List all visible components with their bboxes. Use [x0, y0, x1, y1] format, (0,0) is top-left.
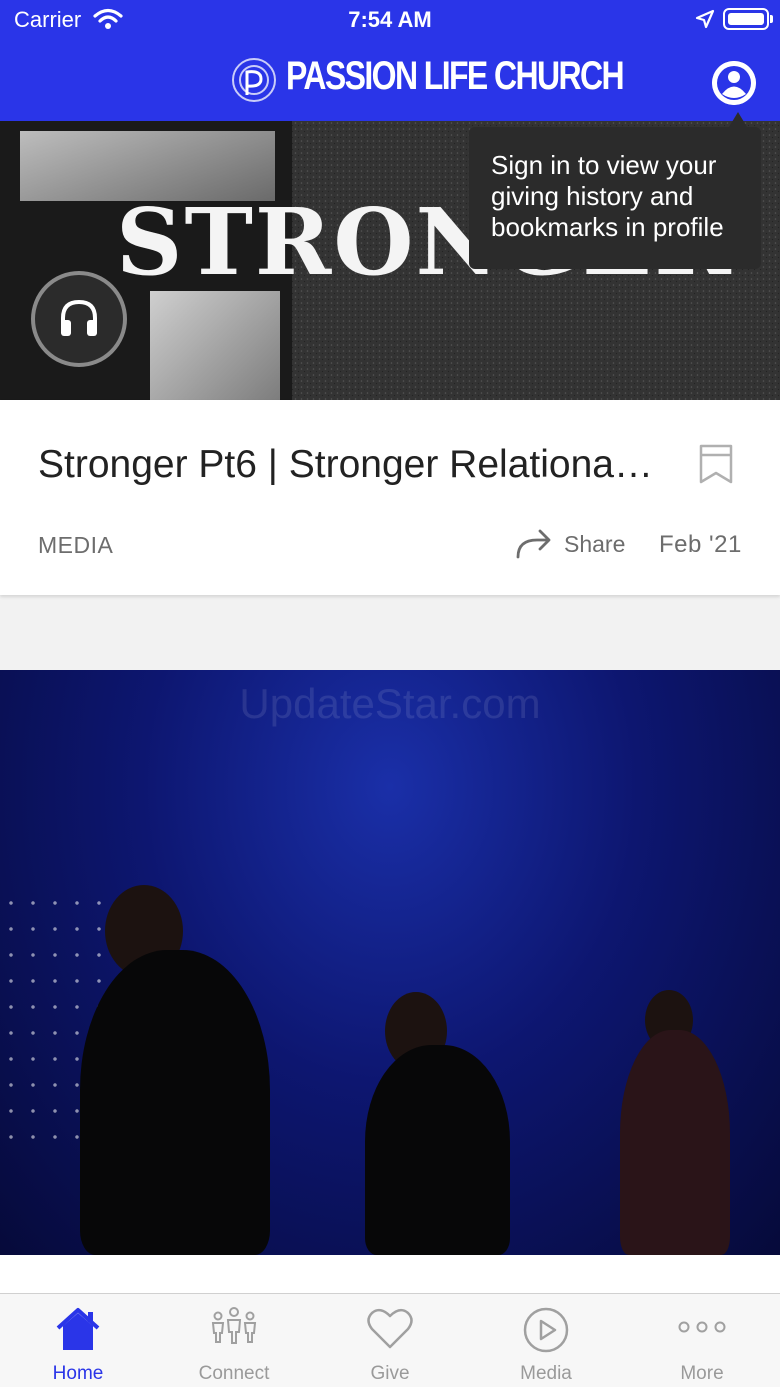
status-bar: Carrier 7:54 AM	[0, 0, 780, 40]
battery-level	[728, 13, 764, 25]
media-category: MEDIA	[38, 532, 114, 558]
media-date: Feb '21	[659, 531, 742, 558]
tab-label: Connect	[198, 1363, 270, 1384]
media-title[interactable]: Stronger Pt6 | Stronger Relational…	[38, 443, 658, 487]
bookmark-icon[interactable]	[698, 443, 734, 490]
share-button[interactable]: Share	[564, 531, 625, 558]
tab-media[interactable]: Media	[468, 1294, 624, 1387]
location-arrow-icon	[695, 9, 715, 34]
sign-in-tooltip[interactable]: Sign in to view your giving history and …	[469, 127, 761, 269]
more-dots-icon	[677, 1320, 727, 1339]
battery-icon	[723, 8, 769, 30]
battery-tip	[770, 15, 773, 23]
tab-give[interactable]: Give	[312, 1294, 468, 1387]
tab-connect[interactable]: Connect	[156, 1294, 312, 1387]
singer-figure	[365, 1045, 510, 1255]
clock: 7:54 AM	[348, 7, 432, 32]
people-icon	[209, 1306, 259, 1351]
header: Carrier 7:54 AM PASSION LIFE CHURCH	[0, 0, 780, 121]
tab-label: Home	[52, 1363, 104, 1384]
headphones-icon	[57, 296, 101, 345]
tab-more[interactable]: More	[624, 1294, 780, 1387]
tooltip-arrow	[729, 112, 747, 127]
app-screen: Carrier 7:54 AM PASSION LIFE CHURCH STRO…	[0, 0, 780, 1387]
heart-icon	[366, 1306, 414, 1355]
tab-label: Give	[370, 1363, 410, 1384]
tab-bar: Home Connect Give Media More	[0, 1293, 780, 1387]
profile-button[interactable]	[712, 61, 756, 105]
worship-media-image[interactable]: UpdateStar.com	[0, 670, 780, 1255]
home-icon	[54, 1306, 102, 1357]
brand-title: PASSION LIFE CHURCH	[286, 54, 625, 98]
singer-figure	[80, 950, 270, 1255]
next-item-strip	[0, 1255, 780, 1295]
person-circle-icon	[712, 61, 756, 105]
tab-label: More	[680, 1363, 724, 1384]
watermark-text: UpdateStar.com	[239, 680, 541, 727]
hero-photo	[150, 291, 280, 400]
church-logo-icon	[231, 57, 277, 108]
tab-label: Media	[520, 1363, 572, 1384]
play-circle-icon	[522, 1306, 570, 1359]
tab-home[interactable]: Home	[0, 1294, 156, 1387]
listen-button[interactable]	[31, 271, 127, 367]
media-card[interactable]: Stronger Pt6 | Stronger Relational… MEDI…	[0, 400, 780, 595]
share-arrow-icon[interactable]	[515, 526, 553, 562]
singer-figure	[620, 1030, 730, 1255]
